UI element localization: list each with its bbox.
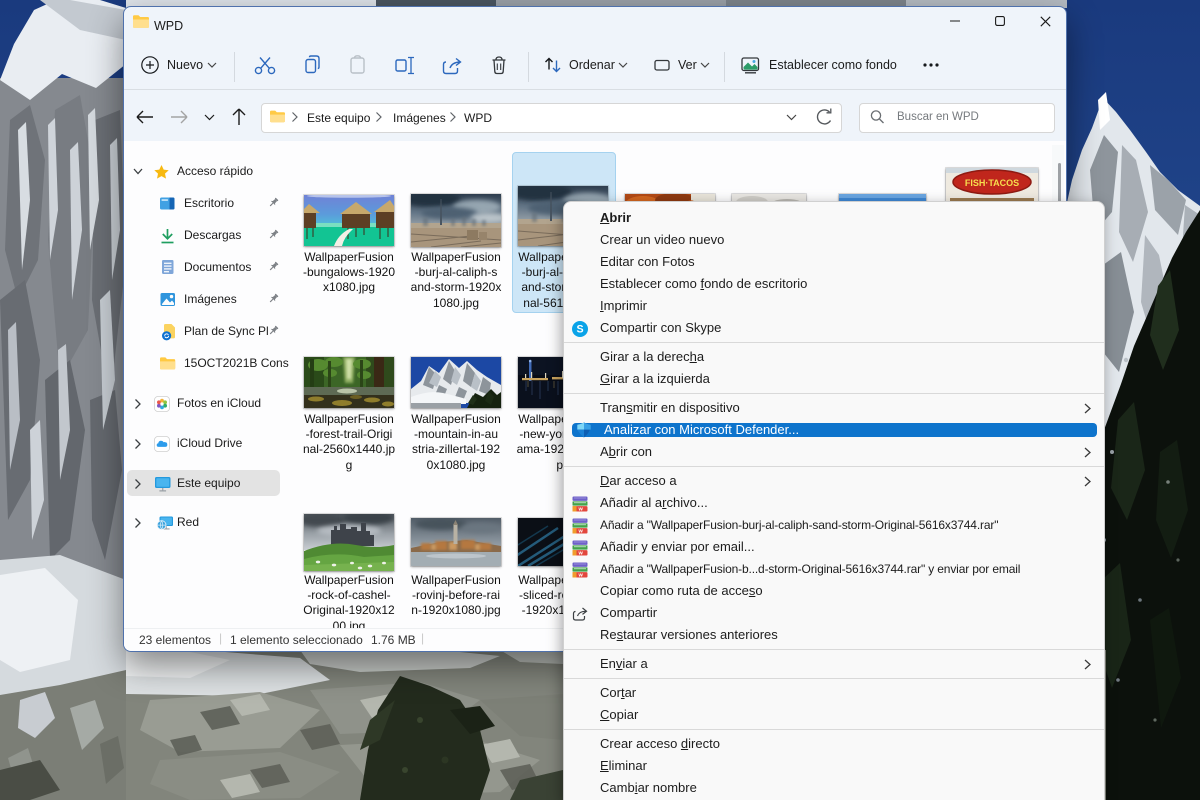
- svg-text:FISH·TACOS: FISH·TACOS: [965, 178, 1019, 188]
- svg-text:S: S: [576, 323, 583, 335]
